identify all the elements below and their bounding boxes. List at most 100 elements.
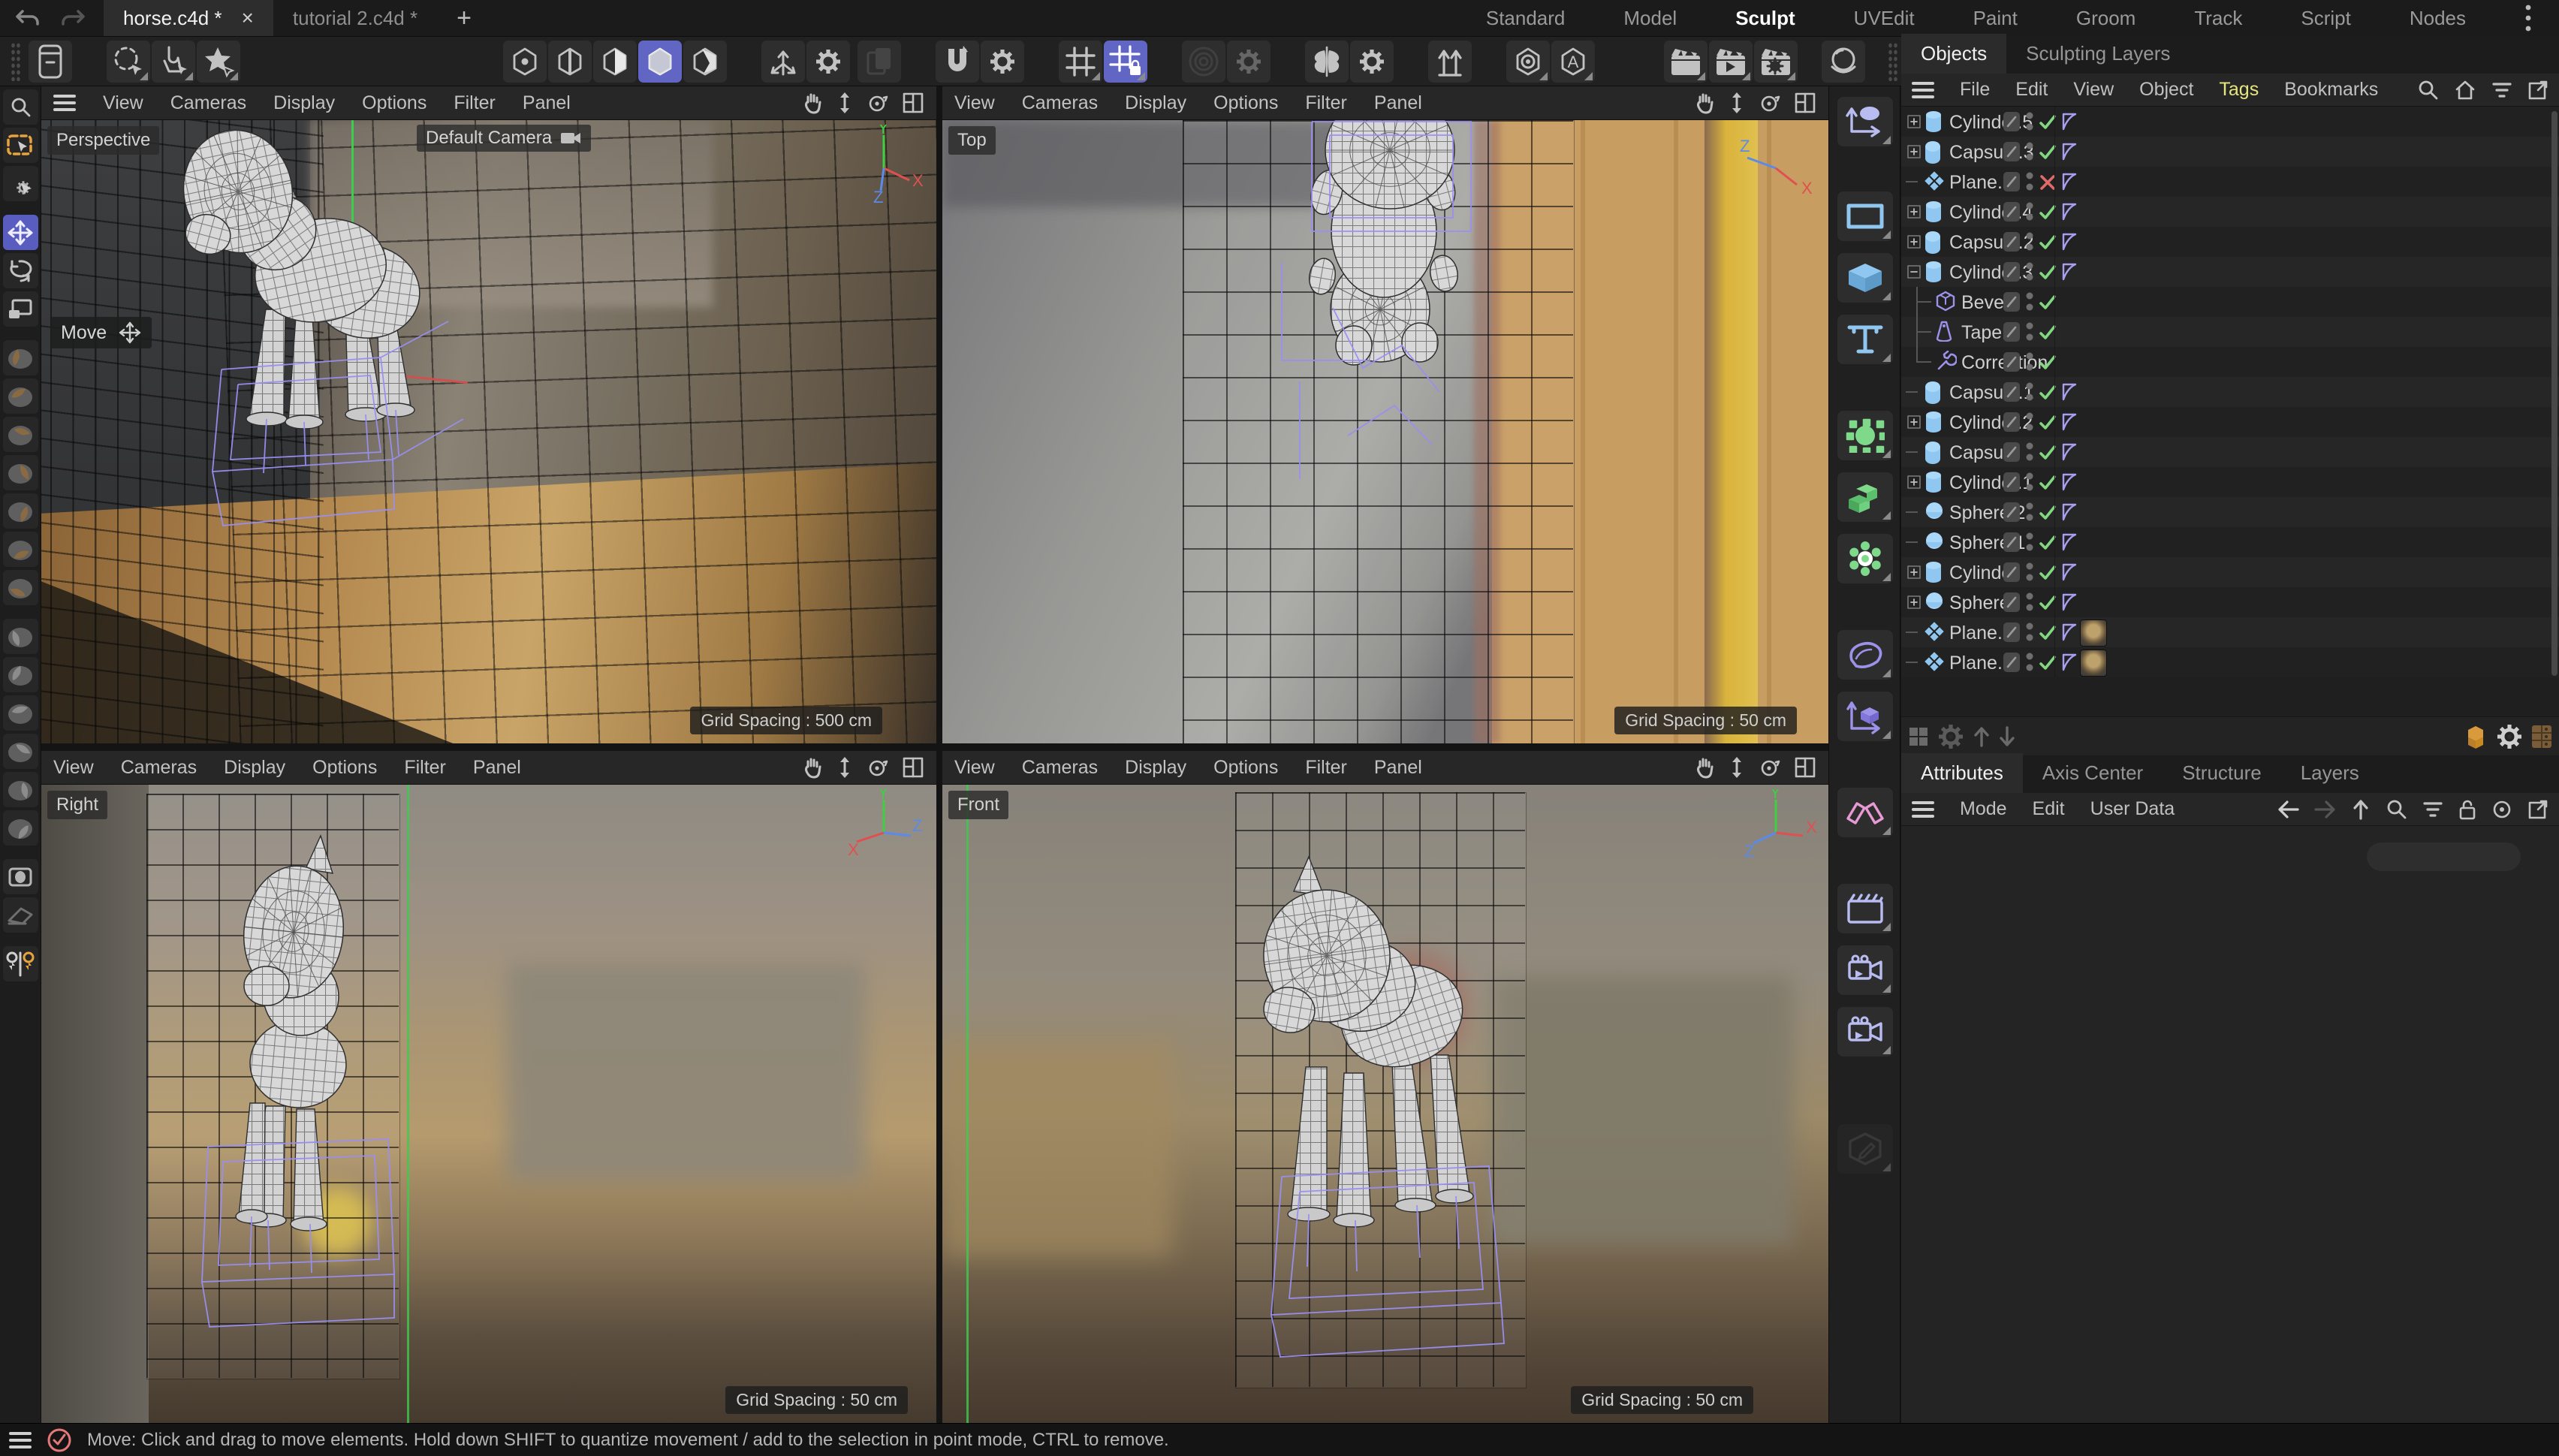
render-all-button[interactable]: [1709, 41, 1753, 83]
object-row-plane-3[interactable]: Plane.3: [1901, 167, 2559, 197]
brush-knife-tool[interactable]: [3, 493, 38, 529]
visibility-dots[interactable]: [2026, 621, 2033, 644]
viewport-menu-display[interactable]: Display: [224, 757, 285, 779]
focus-icon[interactable]: [2491, 799, 2512, 820]
viewport-menu-view[interactable]: View: [103, 92, 143, 114]
panel-tab-attributes[interactable]: Attributes: [1901, 753, 2023, 793]
object-row-capsule[interactable]: Capsule: [1901, 437, 2559, 467]
viewport-content[interactable]: PerspectiveDefault CameraMoveGrid Spacin…: [41, 120, 936, 743]
texture-tag-thumbnail[interactable]: [2080, 650, 2107, 677]
viewport-menu-cameras[interactable]: Cameras: [121, 757, 197, 779]
visibility-dots[interactable]: [2026, 110, 2033, 133]
visibility-dots[interactable]: [2026, 231, 2033, 253]
attribute-menu-edit[interactable]: Edit: [2033, 798, 2065, 820]
edit-toggle[interactable]: [2003, 532, 2020, 552]
symmetry-object-button[interactable]: [1837, 788, 1893, 837]
axis-tool-button[interactable]: [761, 41, 805, 83]
expand-toggle-icon[interactable]: [1907, 595, 1921, 609]
object-row-capsule-1[interactable]: Capsule.1: [1901, 377, 2559, 407]
star-selection-button[interactable]: [197, 41, 240, 83]
viewport-front[interactable]: ViewCamerasDisplayOptionsFilterPanelFron…: [942, 751, 1828, 1423]
phong-tag-icon[interactable]: [2060, 442, 2078, 462]
viewport-menu-filter[interactable]: Filter: [404, 757, 446, 779]
viewport-menu-cameras[interactable]: Cameras: [1022, 757, 1098, 779]
render-settings-button[interactable]: [1754, 41, 1798, 83]
camera-button[interactable]: [1837, 945, 1893, 995]
texture-tag-thumbnail[interactable]: [2080, 619, 2107, 647]
viewport-menu-cameras[interactable]: Cameras: [1022, 92, 1098, 114]
viewport-menu-cameras[interactable]: Cameras: [170, 92, 246, 114]
object-menu-file[interactable]: File: [1960, 79, 1990, 101]
brush-amplify-tool[interactable]: [3, 734, 38, 769]
object-row-cylinder-4[interactable]: Cylinder.4: [1901, 197, 2559, 227]
orbit-icon[interactable]: [1758, 92, 1780, 114]
visibility-dots[interactable]: [2026, 441, 2033, 463]
spline-pen-button[interactable]: [1837, 97, 1893, 146]
visibility-dots[interactable]: [2026, 351, 2033, 373]
expand-toggle-icon[interactable]: [1907, 205, 1921, 219]
visibility-dots[interactable]: [2026, 261, 2033, 283]
snap-button[interactable]: [936, 41, 979, 83]
viewport-right[interactable]: ViewCamerasDisplayOptionsFilterPanelRigh…: [41, 751, 936, 1423]
viewport-menu-options[interactable]: Options: [1213, 757, 1278, 779]
panel-tab-structure[interactable]: Structure: [2163, 753, 2281, 793]
phong-tag-icon[interactable]: [2060, 142, 2078, 161]
xref-cubes-icon[interactable]: [2463, 724, 2488, 749]
edit-toggle[interactable]: [2003, 653, 2020, 672]
phong-tag-icon[interactable]: [2060, 172, 2078, 191]
toggle-views-icon[interactable]: [1794, 92, 1816, 114]
modeling-settings-button[interactable]: [29, 41, 72, 83]
edit-toggle[interactable]: [2003, 172, 2020, 191]
viewport-menu-view[interactable]: View: [53, 757, 94, 779]
panel-tab-axis-center[interactable]: Axis Center: [2023, 753, 2163, 793]
viewport-menu-display[interactable]: Display: [273, 92, 335, 114]
live-selection-tool[interactable]: [3, 128, 38, 163]
viewport-solo-button[interactable]: [1506, 41, 1550, 83]
viewport-menu-panel[interactable]: Panel: [1374, 92, 1422, 114]
object-list-scrollbar[interactable]: [2551, 111, 2557, 676]
phong-tag-icon[interactable]: [2060, 382, 2078, 402]
popout-icon[interactable]: [2527, 799, 2548, 820]
object-row-sphere[interactable]: Sphere: [1901, 587, 2559, 617]
panel-tab-objects[interactable]: Objects: [1901, 34, 2006, 74]
layout-tab-script[interactable]: Script: [2301, 7, 2350, 30]
lock-icon[interactable]: [2458, 799, 2476, 820]
brush-smooth-tool[interactable]: [3, 417, 38, 452]
layout-tab-paint[interactable]: Paint: [1973, 7, 2018, 30]
orbit-icon[interactable]: [1758, 756, 1780, 779]
layout-tab-nodes[interactable]: Nodes: [2410, 7, 2466, 30]
mask-eraser-tool[interactable]: [3, 897, 38, 933]
edit-toggle[interactable]: [2003, 262, 2020, 282]
quantize-lock-button[interactable]: [1104, 41, 1147, 83]
move-down-icon[interactable]: [1997, 725, 2017, 748]
panel-tab-sculpting-layers[interactable]: Sculpting Layers: [2006, 34, 2190, 74]
cube-button[interactable]: [1837, 253, 1893, 303]
pan-icon[interactable]: [803, 92, 824, 114]
object-row-cylinder-1[interactable]: Cylinder.1: [1901, 467, 2559, 497]
visibility-dots[interactable]: [2026, 501, 2033, 523]
document-tab[interactable]: horse.c4d *×: [104, 0, 273, 36]
panel-tab-layers[interactable]: Layers: [2281, 753, 2379, 793]
edit-toggle[interactable]: [2003, 382, 2020, 402]
orbit-icon[interactable]: [866, 756, 888, 779]
material-node-button[interactable]: [1837, 1124, 1893, 1174]
object-menu-bookmarks[interactable]: Bookmarks: [2284, 79, 2378, 101]
visibility-dots[interactable]: [2026, 140, 2033, 163]
object-menu-edit[interactable]: Edit: [2015, 79, 2048, 101]
extrude-arrows-button[interactable]: [1428, 41, 1472, 83]
camera-label[interactable]: Default Camera: [417, 125, 591, 152]
pan-icon[interactable]: [803, 756, 824, 779]
panel-menu-icon[interactable]: [1912, 81, 1934, 99]
visibility-dots[interactable]: [2026, 531, 2033, 553]
mode-model-button[interactable]: [638, 41, 682, 83]
viewport-content[interactable]: RightGrid Spacing : 50 cmYXZ: [41, 785, 936, 1423]
instance-button[interactable]: [1837, 692, 1893, 741]
object-menu-object[interactable]: Object: [2139, 79, 2193, 101]
viewport-menu-filter[interactable]: Filter: [1305, 92, 1347, 114]
mode-texture-button[interactable]: [683, 41, 727, 83]
expand-toggle-icon[interactable]: [1907, 565, 1921, 579]
symmetry-settings-button[interactable]: [1350, 41, 1394, 83]
subdivision-surface-button[interactable]: [1837, 411, 1893, 460]
volume-builder-button[interactable]: [1837, 472, 1893, 522]
pan-icon[interactable]: [1695, 92, 1716, 114]
